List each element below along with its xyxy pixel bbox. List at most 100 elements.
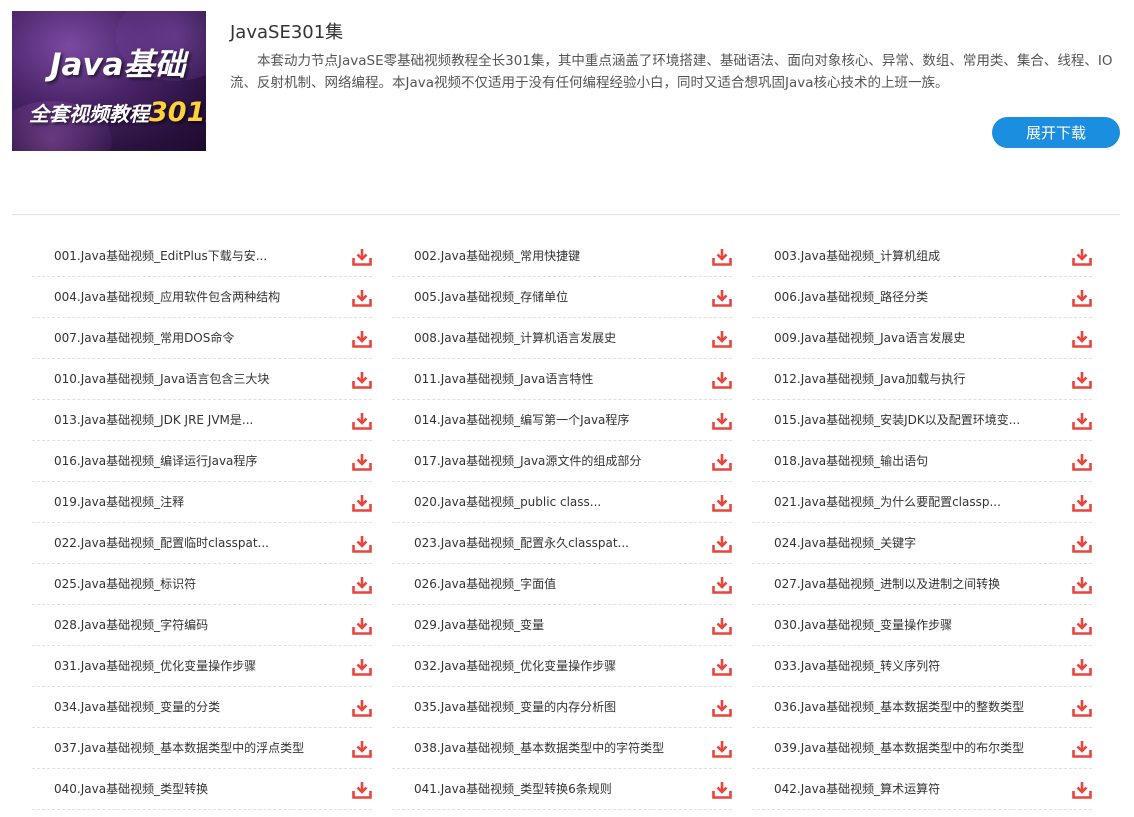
- video-item[interactable]: 031.Java基础视频_优化变量操作步骤: [32, 646, 372, 687]
- video-item[interactable]: 035.Java基础视频_变量的内存分析图: [392, 687, 732, 728]
- download-icon[interactable]: [712, 617, 732, 635]
- video-item[interactable]: 038.Java基础视频_基本数据类型中的字符类型: [392, 728, 732, 769]
- video-item[interactable]: 011.Java基础视频_Java语言特性: [392, 359, 732, 400]
- download-icon[interactable]: [352, 535, 372, 553]
- video-title[interactable]: 012.Java基础视频_Java加载与执行: [774, 370, 965, 387]
- download-icon[interactable]: [352, 412, 372, 430]
- download-icon[interactable]: [1072, 330, 1092, 348]
- download-icon[interactable]: [352, 576, 372, 594]
- video-title[interactable]: 021.Java基础视频_为什么要配置classp...: [774, 493, 1001, 510]
- video-title[interactable]: 036.Java基础视频_基本数据类型中的整数类型: [774, 698, 1024, 715]
- download-icon[interactable]: [1072, 371, 1092, 389]
- video-item[interactable]: 013.Java基础视频_JDK JRE JVM是...: [32, 400, 372, 441]
- video-title[interactable]: 028.Java基础视频_字符编码: [54, 616, 208, 633]
- download-icon[interactable]: [1072, 453, 1092, 471]
- video-item[interactable]: 018.Java基础视频_输出语句: [752, 441, 1092, 482]
- video-item[interactable]: 025.Java基础视频_标识符: [32, 564, 372, 605]
- video-item[interactable]: 029.Java基础视频_变量: [392, 605, 732, 646]
- video-item[interactable]: 006.Java基础视频_路径分类: [752, 277, 1092, 318]
- video-title[interactable]: 025.Java基础视频_标识符: [54, 575, 196, 592]
- video-title[interactable]: 026.Java基础视频_字面值: [414, 575, 556, 592]
- download-icon[interactable]: [712, 781, 732, 799]
- video-title[interactable]: 029.Java基础视频_变量: [414, 616, 544, 633]
- download-icon[interactable]: [352, 699, 372, 717]
- download-icon[interactable]: [352, 617, 372, 635]
- expand-download-button[interactable]: 展开下载: [992, 117, 1120, 148]
- video-title[interactable]: 023.Java基础视频_配置永久classpat...: [414, 534, 629, 551]
- video-title[interactable]: 034.Java基础视频_变量的分类: [54, 698, 220, 715]
- video-item[interactable]: 008.Java基础视频_计算机语言发展史: [392, 318, 732, 359]
- download-icon[interactable]: [352, 453, 372, 471]
- video-title[interactable]: 022.Java基础视频_配置临时classpat...: [54, 534, 269, 551]
- video-item[interactable]: 023.Java基础视频_配置永久classpat...: [392, 523, 732, 564]
- video-item[interactable]: 012.Java基础视频_Java加载与执行: [752, 359, 1092, 400]
- video-title[interactable]: 002.Java基础视频_常用快捷键: [414, 247, 580, 264]
- download-icon[interactable]: [712, 248, 732, 266]
- video-title[interactable]: 031.Java基础视频_优化变量操作步骤: [54, 657, 256, 674]
- download-icon[interactable]: [1072, 658, 1092, 676]
- download-icon[interactable]: [1072, 248, 1092, 266]
- video-title[interactable]: 007.Java基础视频_常用DOS命令: [54, 329, 234, 346]
- download-icon[interactable]: [712, 494, 732, 512]
- video-title[interactable]: 033.Java基础视频_转义序列符: [774, 657, 940, 674]
- download-icon[interactable]: [1072, 535, 1092, 553]
- video-item[interactable]: 001.Java基础视频_EditPlus下载与安...: [32, 236, 372, 277]
- video-item[interactable]: 005.Java基础视频_存储单位: [392, 277, 732, 318]
- download-icon[interactable]: [712, 535, 732, 553]
- video-title[interactable]: 009.Java基础视频_Java语言发展史: [774, 329, 965, 346]
- video-title[interactable]: 032.Java基础视频_优化变量操作步骤: [414, 657, 616, 674]
- download-icon[interactable]: [352, 371, 372, 389]
- download-icon[interactable]: [1072, 412, 1092, 430]
- video-item[interactable]: 036.Java基础视频_基本数据类型中的整数类型: [752, 687, 1092, 728]
- video-title[interactable]: 027.Java基础视频_进制以及进制之间转换: [774, 575, 1000, 592]
- video-title[interactable]: 018.Java基础视频_输出语句: [774, 452, 928, 469]
- video-item[interactable]: 026.Java基础视频_字面值: [392, 564, 732, 605]
- video-title[interactable]: 003.Java基础视频_计算机组成: [774, 247, 940, 264]
- video-item[interactable]: 022.Java基础视频_配置临时classpat...: [32, 523, 372, 564]
- download-icon[interactable]: [352, 658, 372, 676]
- video-item[interactable]: 024.Java基础视频_关键字: [752, 523, 1092, 564]
- video-title[interactable]: 001.Java基础视频_EditPlus下载与安...: [54, 247, 267, 264]
- download-icon[interactable]: [712, 371, 732, 389]
- download-icon[interactable]: [712, 289, 732, 307]
- download-icon[interactable]: [712, 576, 732, 594]
- video-title[interactable]: 020.Java基础视频_public class...: [414, 493, 601, 510]
- download-icon[interactable]: [352, 781, 372, 799]
- download-icon[interactable]: [352, 289, 372, 307]
- download-icon[interactable]: [352, 330, 372, 348]
- video-title[interactable]: 035.Java基础视频_变量的内存分析图: [414, 698, 616, 715]
- video-title[interactable]: 017.Java基础视频_Java源文件的组成部分: [414, 452, 641, 469]
- download-icon[interactable]: [1072, 699, 1092, 717]
- video-title[interactable]: 039.Java基础视频_基本数据类型中的布尔类型: [774, 739, 1024, 756]
- video-item[interactable]: 016.Java基础视频_编译运行Java程序: [32, 441, 372, 482]
- video-title[interactable]: 042.Java基础视频_算术运算符: [774, 780, 940, 797]
- video-title[interactable]: 011.Java基础视频_Java语言特性: [414, 370, 593, 387]
- video-title[interactable]: 006.Java基础视频_路径分类: [774, 288, 928, 305]
- course-cover-image[interactable]: Java基础 全套视频教程301集: [12, 11, 206, 151]
- video-item[interactable]: 015.Java基础视频_安装JDK以及配置环境变...: [752, 400, 1092, 441]
- video-item[interactable]: 003.Java基础视频_计算机组成: [752, 236, 1092, 277]
- video-item[interactable]: 014.Java基础视频_编写第一个Java程序: [392, 400, 732, 441]
- video-item[interactable]: 030.Java基础视频_变量操作步骤: [752, 605, 1092, 646]
- video-title[interactable]: 014.Java基础视频_编写第一个Java程序: [414, 411, 629, 428]
- video-item[interactable]: 034.Java基础视频_变量的分类: [32, 687, 372, 728]
- download-icon[interactable]: [712, 453, 732, 471]
- video-item[interactable]: 019.Java基础视频_注释: [32, 482, 372, 523]
- download-icon[interactable]: [352, 248, 372, 266]
- video-item[interactable]: 009.Java基础视频_Java语言发展史: [752, 318, 1092, 359]
- video-item[interactable]: 032.Java基础视频_优化变量操作步骤: [392, 646, 732, 687]
- video-item[interactable]: 004.Java基础视频_应用软件包含两种结构: [32, 277, 372, 318]
- video-title[interactable]: 038.Java基础视频_基本数据类型中的字符类型: [414, 739, 664, 756]
- video-item[interactable]: 040.Java基础视频_类型转换: [32, 769, 372, 810]
- download-icon[interactable]: [712, 330, 732, 348]
- video-title[interactable]: 008.Java基础视频_计算机语言发展史: [414, 329, 616, 346]
- video-item[interactable]: 033.Java基础视频_转义序列符: [752, 646, 1092, 687]
- video-item[interactable]: 041.Java基础视频_类型转换6条规则: [392, 769, 732, 810]
- video-item[interactable]: 002.Java基础视频_常用快捷键: [392, 236, 732, 277]
- download-icon[interactable]: [1072, 289, 1092, 307]
- video-title[interactable]: 005.Java基础视频_存储单位: [414, 288, 568, 305]
- video-item[interactable]: 020.Java基础视频_public class...: [392, 482, 732, 523]
- download-icon[interactable]: [1072, 781, 1092, 799]
- download-icon[interactable]: [712, 412, 732, 430]
- video-item[interactable]: 039.Java基础视频_基本数据类型中的布尔类型: [752, 728, 1092, 769]
